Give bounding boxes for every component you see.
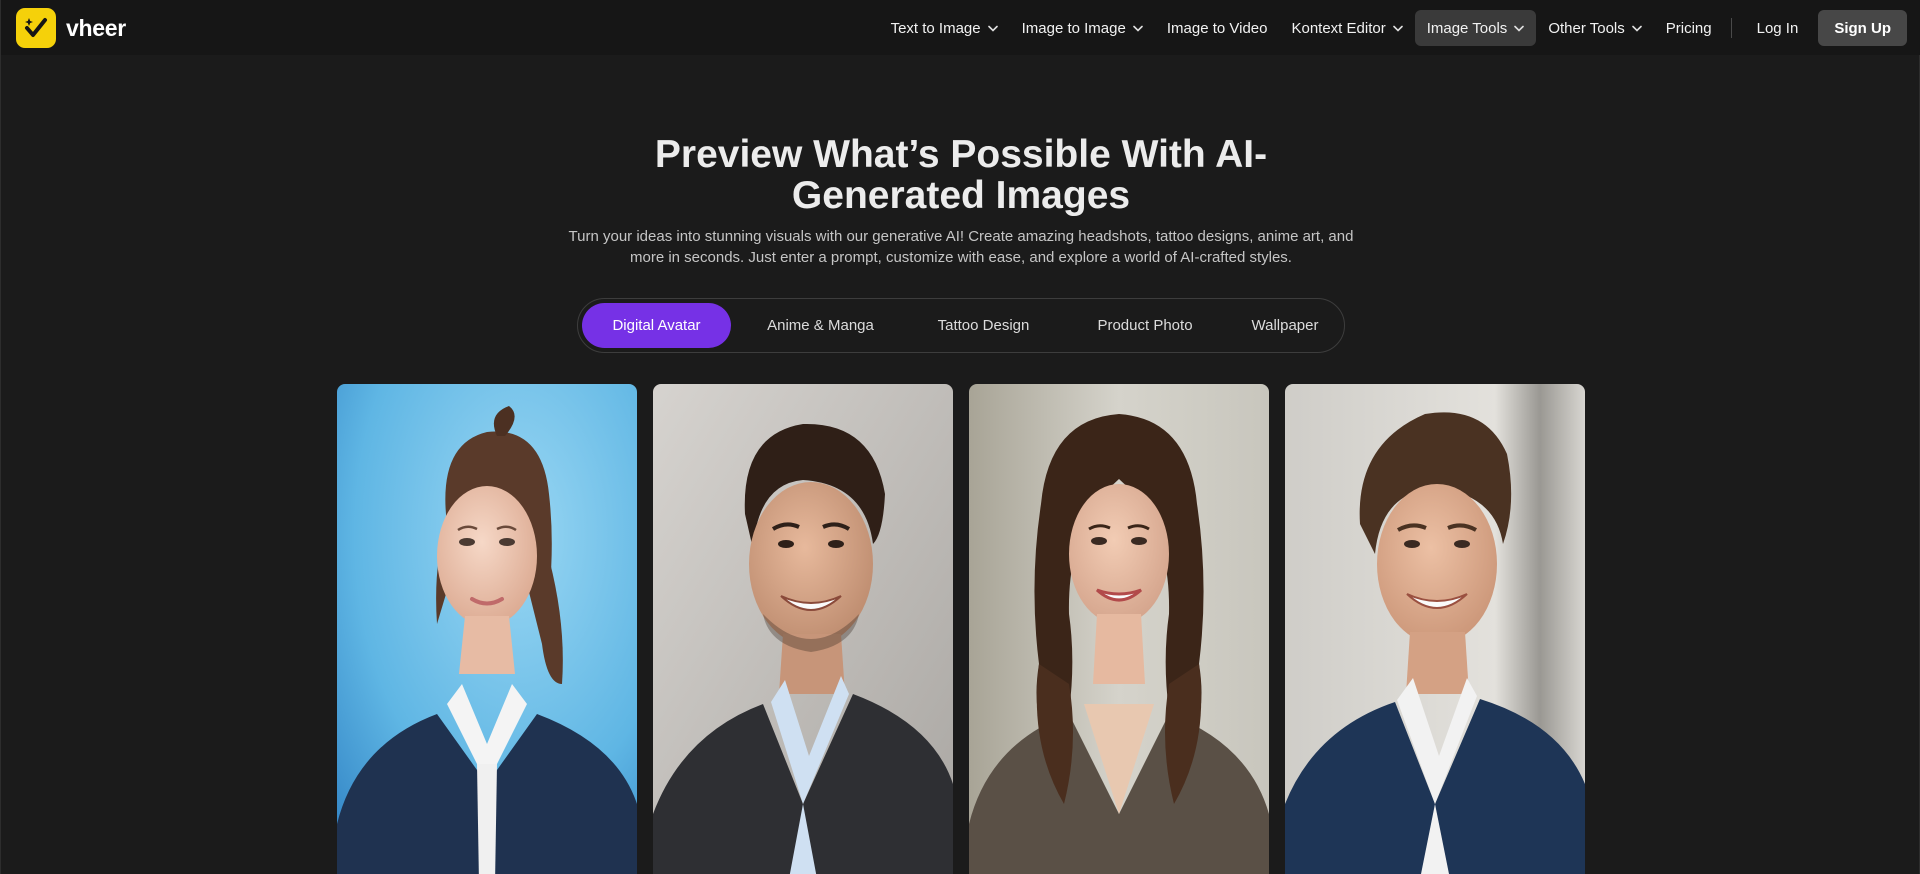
menu-kontext-editor[interactable]: Kontext Editor <box>1279 10 1414 46</box>
category-tabs: Digital Avatar Anime & Manga Tattoo Desi… <box>577 298 1345 353</box>
hero-title: Preview What’s Possible With AI- Generat… <box>561 134 1361 216</box>
chevron-down-icon <box>1631 25 1642 32</box>
tab-anime-manga[interactable]: Anime & Manga <box>745 303 896 348</box>
chevron-down-icon <box>1133 25 1143 32</box>
menu-image-to-image[interactable]: Image to Image <box>1010 10 1155 46</box>
login-link[interactable]: Log In <box>1743 10 1813 46</box>
menu-label: Text to Image <box>890 19 981 37</box>
hero-title-line2: Generated Images <box>791 174 1131 217</box>
chevron-down-icon <box>987 25 998 32</box>
chevron-down-icon <box>1514 25 1525 32</box>
menu-label: Other Tools <box>1548 19 1625 37</box>
menu-pricing[interactable]: Pricing <box>1654 10 1724 46</box>
portrait-image <box>969 384 1269 874</box>
gallery-image-avatar-man-grey-suit[interactable] <box>653 384 953 874</box>
menu-label: Image to Video <box>1166 19 1268 37</box>
signup-button[interactable]: Sign Up <box>1818 10 1907 46</box>
hero-title-line1: Preview What’s Possible With AI- <box>654 133 1268 176</box>
top-navigation: vheer Text to Image Image to Image Image… <box>1 0 1920 55</box>
chevron-down-icon <box>1392 25 1403 32</box>
gallery-image-avatar-woman-blue[interactable] <box>337 384 637 874</box>
menu-text-to-image[interactable]: Text to Image <box>879 10 1010 46</box>
hero-subtitle: Turn your ideas into stunning visuals wi… <box>561 226 1361 268</box>
brand-logo[interactable]: vheer <box>16 8 126 48</box>
menu-image-to-video[interactable]: Image to Video <box>1155 10 1280 46</box>
check-star-logo-icon <box>16 8 56 48</box>
portrait-image <box>1285 384 1585 874</box>
menu-label: Image Tools <box>1426 19 1508 37</box>
hero-subtitle-line2: more in seconds. Just enter a prompt, cu… <box>630 249 1292 266</box>
brand-name: vheer <box>66 14 126 41</box>
hero-subtitle-line1: Turn your ideas into stunning visuals wi… <box>568 228 1354 245</box>
gallery-image-avatar-woman-curly-hair[interactable] <box>969 384 1269 874</box>
portrait-image <box>337 384 637 874</box>
menu-other-tools[interactable]: Other Tools <box>1536 10 1653 46</box>
menu-label: Image to Image <box>1021 19 1126 37</box>
main-menu: Text to Image Image to Image Image to Vi… <box>879 10 1907 46</box>
portrait-image <box>653 384 953 874</box>
tab-product-photo[interactable]: Product Photo <box>1070 303 1220 348</box>
tab-tattoo-design[interactable]: Tattoo Design <box>910 303 1057 348</box>
tab-digital-avatar[interactable]: Digital Avatar <box>582 303 731 348</box>
gallery-image-avatar-man-navy-suit[interactable] <box>1285 384 1585 874</box>
menu-divider <box>1730 18 1732 38</box>
menu-label: Kontext Editor <box>1291 19 1386 37</box>
menu-label: Pricing <box>1665 19 1712 37</box>
menu-image-tools[interactable]: Image Tools <box>1414 10 1537 46</box>
tab-wallpaper[interactable]: Wallpaper <box>1230 303 1340 348</box>
